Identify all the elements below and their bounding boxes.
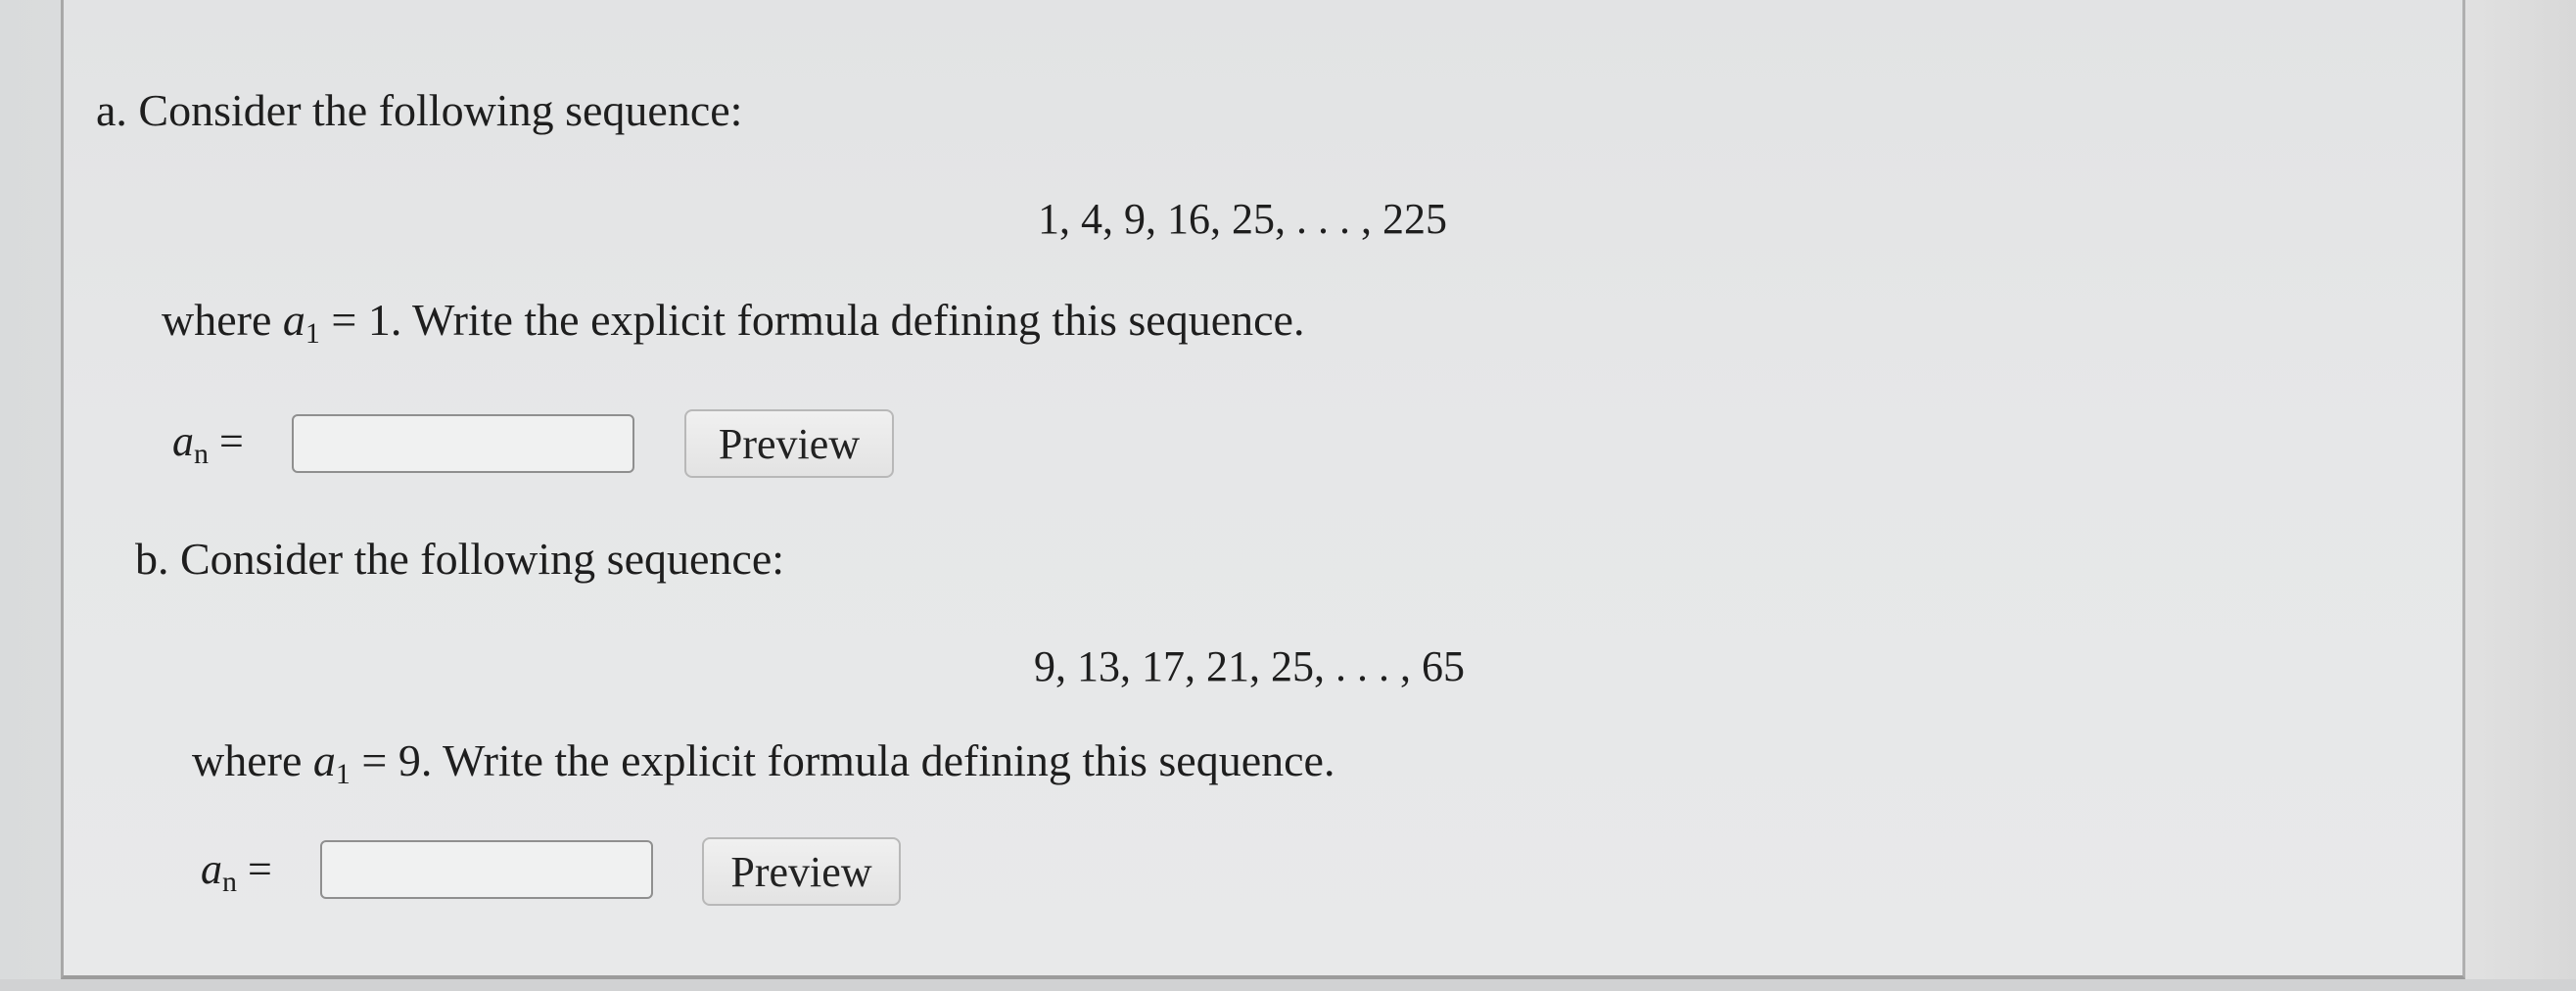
part-b-prompt: b. Consider the following sequence: <box>135 534 785 584</box>
question-panel <box>61 0 2465 979</box>
part-a-condition: where a1 = 1. Write the explicit formula… <box>162 294 1304 360</box>
part-a-condition-value: = 1. <box>331 295 402 345</box>
part-b-answer-input[interactable] <box>320 840 653 899</box>
background-right <box>2465 0 2576 991</box>
part-a-sequence: 1, 4, 9, 16, 25, . . . , 225 <box>1038 195 1447 243</box>
part-b-sequence: 9, 13, 17, 21, 25, . . . , 65 <box>1034 642 1465 690</box>
part-a-where: where <box>162 295 272 345</box>
part-a-instruction: Write the explicit formula defining this… <box>412 295 1305 345</box>
part-b-answer-label: an = <box>201 844 272 908</box>
part-a-answer-equals: = <box>219 417 244 465</box>
part-a-a-subscript: 1 <box>304 317 320 350</box>
part-b-condition: where a1 = 9. Write the explicit formula… <box>192 734 1335 801</box>
part-b-answer-subscript: n <box>222 866 237 898</box>
part-a-answer-symbol: a <box>172 417 194 465</box>
background-bottom <box>0 979 2576 991</box>
part-b-answer-symbol: a <box>201 845 222 893</box>
part-b-answer-equals: = <box>248 845 272 893</box>
part-b-preview-button[interactable]: Preview <box>702 837 901 906</box>
part-a-answer-label: an = <box>172 416 244 480</box>
part-a-prompt: a. Consider the following sequence: <box>96 85 743 135</box>
part-b-a-symbol: a <box>312 735 336 785</box>
part-b-a-subscript: 1 <box>335 758 351 790</box>
part-a-answer-subscript: n <box>194 438 209 470</box>
part-b-where: where <box>192 735 303 785</box>
part-a-preview-button[interactable]: Preview <box>684 409 894 478</box>
part-a-a-symbol: a <box>282 295 305 345</box>
part-a-answer-input[interactable] <box>292 414 634 473</box>
part-b-instruction: Write the explicit formula defining this… <box>443 735 1335 785</box>
part-b-condition-value: = 9. <box>361 735 433 785</box>
